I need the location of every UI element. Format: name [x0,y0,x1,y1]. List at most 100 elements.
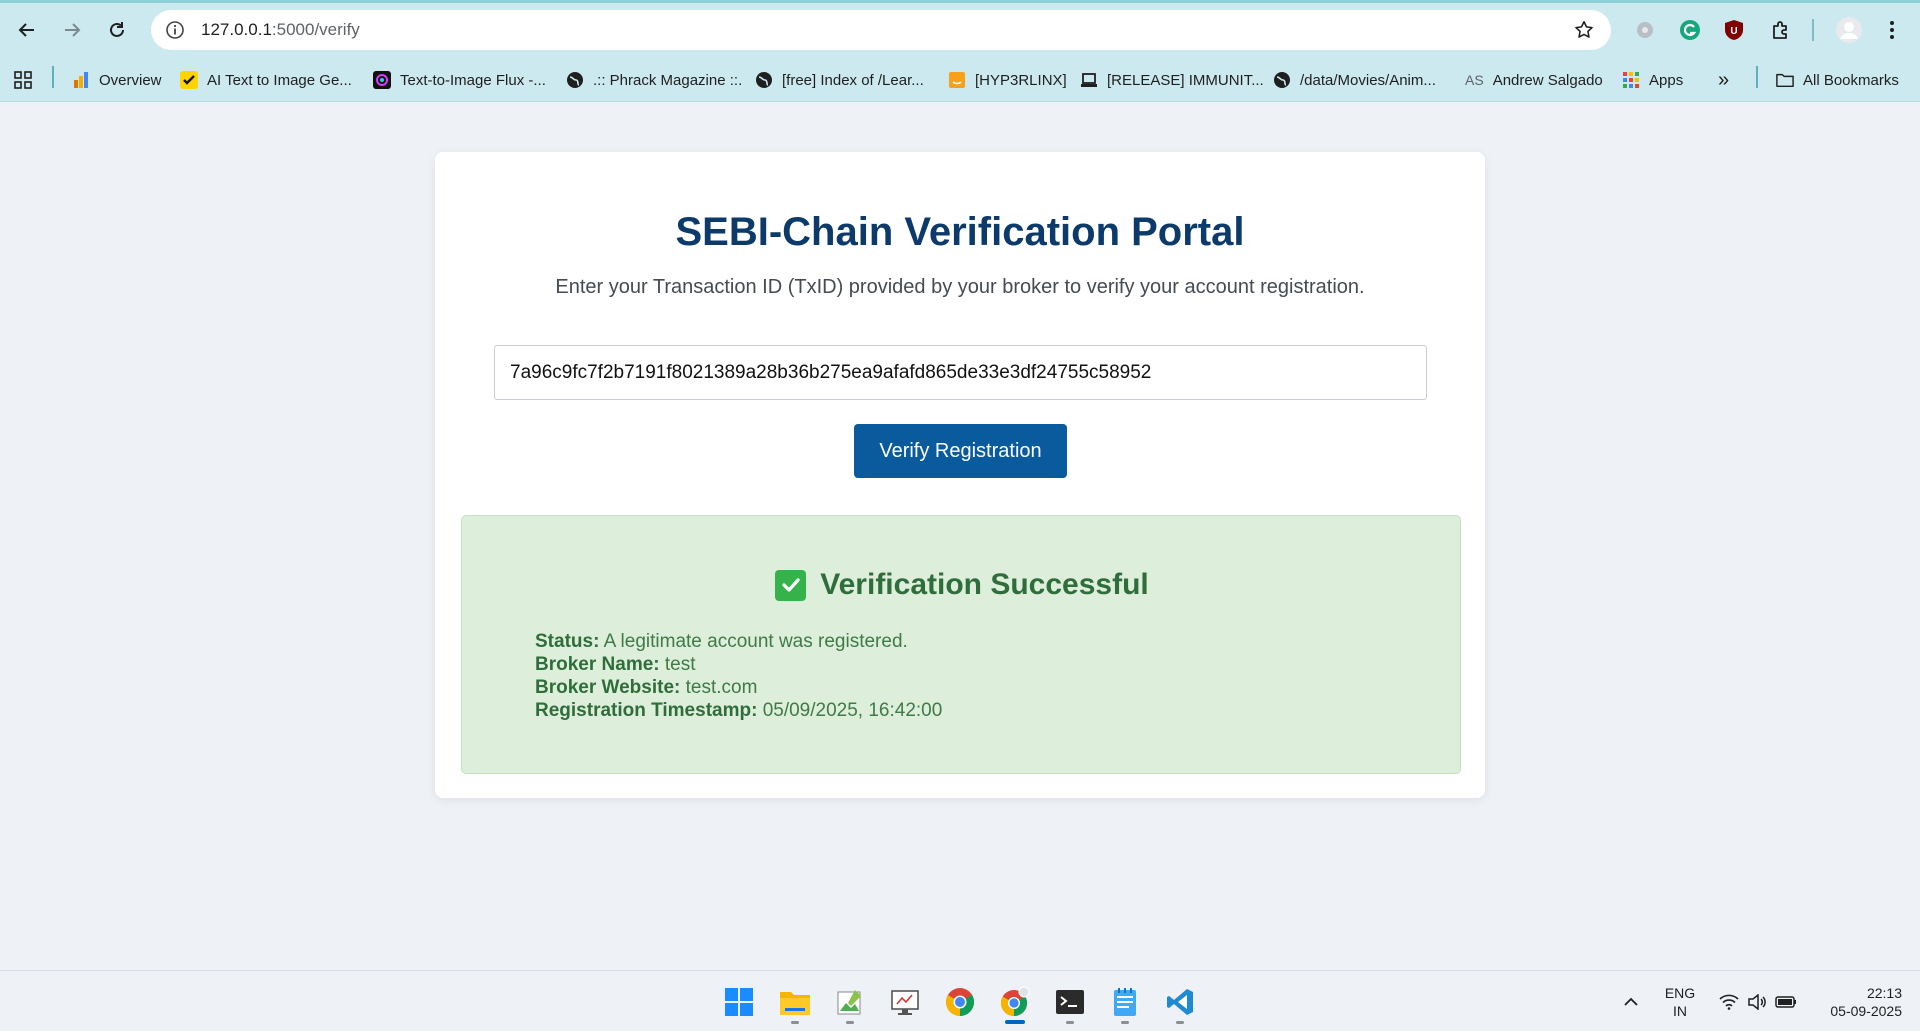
bookmark-label: Apps [1649,71,1684,89]
battery-icon[interactable] [1771,984,1801,1020]
reload-icon[interactable] [101,14,133,46]
paint-app-icon[interactable] [832,984,868,1020]
volume-icon[interactable] [1743,984,1771,1020]
analytics-icon [72,71,90,89]
field-label: Registration Timestamp: [535,700,758,721]
running-indicator [791,1021,799,1024]
verification-card: SEBI-Chain Verification Portal Enter you… [435,152,1485,798]
yellow-check-icon [180,71,198,89]
clock-time: 22:13 [1866,985,1902,1001]
url-text[interactable]: 127.0.0.1:5000/verify [201,20,360,40]
bookmark-label: [HYP3RLINX] [975,71,1067,89]
bookmark-release-immunity[interactable]: [RELEASE] IMMUNIT... [1080,66,1264,94]
result-title: Verification Successful [820,568,1149,601]
bookmark-label: [free] Index of /Lear... [782,71,924,89]
laptop-icon [1080,71,1098,89]
running-indicator [846,1021,854,1024]
bookmark-andrew-salgado[interactable]: AS Andrew Salgado [1465,66,1603,94]
wifi-icon[interactable] [1715,984,1743,1020]
globe-icon [1273,71,1291,89]
clock-date: 05-09-2025 [1830,1003,1902,1019]
chrome-icon[interactable] [942,984,978,1020]
extensions-puzzle-icon[interactable] [1768,17,1794,43]
ublock-icon[interactable]: U [1721,17,1747,43]
taskbar: ENG IN 22:13 05-09-2025 [0,970,1920,1031]
active-app-indicator [1005,1020,1025,1024]
apps-dots-icon [1622,71,1640,89]
address-bar[interactable]: 127.0.0.1:5000/verify [151,10,1611,50]
svg-text:U: U [1730,26,1737,37]
browser-toolbar: 127.0.0.1:5000/verify U [0,0,1920,59]
bookmark-label: Text-to-Image Flux -... [400,71,546,89]
running-indicator [1121,1021,1129,1024]
page-title: SEBI-Chain Verification Portal [675,210,1245,254]
globe-icon [755,71,773,89]
language-indicator[interactable]: ENG IN [1660,984,1700,1020]
chrome-profile-icon[interactable] [997,984,1033,1020]
page-subtitle: Enter your Transaction ID (TxID) provide… [555,276,1365,298]
apps-grid-icon[interactable] [14,66,32,94]
broker-name-row: Broker Name: test [535,653,942,676]
globe-icon [566,71,584,89]
forward-icon[interactable] [56,14,88,46]
grammarly-icon[interactable] [1677,17,1703,43]
bookmark-flux[interactable]: Text-to-Image Flux -... [373,66,546,94]
url-host: 127.0.0.1 [201,20,272,39]
more-bookmarks-chevron-icon[interactable]: » [1718,66,1729,94]
bookmark-star-icon[interactable] [1573,19,1595,41]
bookmark-apps[interactable]: Apps [1622,66,1683,94]
language-code: ENG [1664,985,1696,1001]
extension-grey-icon[interactable] [1632,17,1658,43]
all-bookmarks[interactable]: All Bookmarks [1776,66,1899,94]
tray-chevron-up-icon[interactable] [1616,984,1646,1020]
page-viewport: SEBI-Chain Verification Portal Enter you… [0,102,1920,970]
field-label: Broker Name: [535,654,660,675]
terminal-icon[interactable] [1052,984,1088,1020]
verification-result-panel: Verification Successful Status: A legiti… [461,515,1461,774]
verify-registration-button[interactable]: Verify Registration [854,424,1067,478]
bookmarks-divider [52,66,54,88]
result-details: Status: A legitimate account was registe… [535,630,942,722]
orange-square-icon [948,71,966,89]
clock[interactable]: 22:13 05-09-2025 [1812,984,1902,1020]
check-mark-icon [775,569,807,601]
bookmark-hyp3rlinx[interactable]: [HYP3RLINX] [948,66,1067,94]
status-value: A legitimate account was registered. [603,631,908,652]
notepad-icon[interactable] [1107,984,1143,1020]
profile-avatar-icon[interactable] [1834,15,1864,45]
bookmark-phrack[interactable]: .:: Phrack Magazine ::. [566,66,742,94]
bookmark-overview[interactable]: Overview [72,66,162,94]
region-code: IN [1673,1003,1687,1019]
field-label: Status: [535,631,600,652]
windows-start-icon[interactable] [721,984,757,1020]
url-path: :5000/verify [271,20,360,39]
bookmark-label: [RELEASE] IMMUNIT... [1107,71,1264,89]
chrome-menu-icon[interactable] [1879,17,1905,43]
bookmark-label: .:: Phrack Magazine ::. [593,71,743,89]
flux-app-icon [373,71,391,89]
broker-website-row: Broker Website: test.com [535,676,942,699]
bookmark-index-of[interactable]: [free] Index of /Lear... [755,66,924,94]
folder-icon [1776,71,1794,89]
initials-icon: AS [1465,72,1484,88]
remote-desktop-icon[interactable] [887,984,923,1020]
toolbar-divider [1812,19,1814,41]
broker-website-value: test.com [685,677,758,698]
bookmark-label: Overview [99,71,162,89]
bookmark-label: /data/Movies/Anim... [1300,71,1436,89]
txid-input[interactable] [494,345,1427,400]
registration-timestamp-value: 05/09/2025, 16:42:00 [762,700,943,721]
result-header: Verification Successful [462,568,1462,602]
bookmark-ai-text-to-image[interactable]: AI Text to Image Ge... [180,66,352,94]
running-indicator [1066,1021,1074,1024]
bookmark-label: Andrew Salgado [1492,71,1603,89]
registration-timestamp-row: Registration Timestamp: 05/09/2025, 16:4… [535,699,942,722]
file-explorer-icon[interactable] [777,984,813,1020]
status-row: Status: A legitimate account was registe… [535,630,942,653]
site-info-icon[interactable] [155,10,195,50]
bookmark-data-movies[interactable]: /data/Movies/Anim... [1273,66,1436,94]
back-icon[interactable] [11,14,43,46]
bookmarks-divider [1756,66,1758,88]
vscode-icon[interactable] [1162,984,1198,1020]
all-bookmarks-label: All Bookmarks [1803,71,1899,89]
